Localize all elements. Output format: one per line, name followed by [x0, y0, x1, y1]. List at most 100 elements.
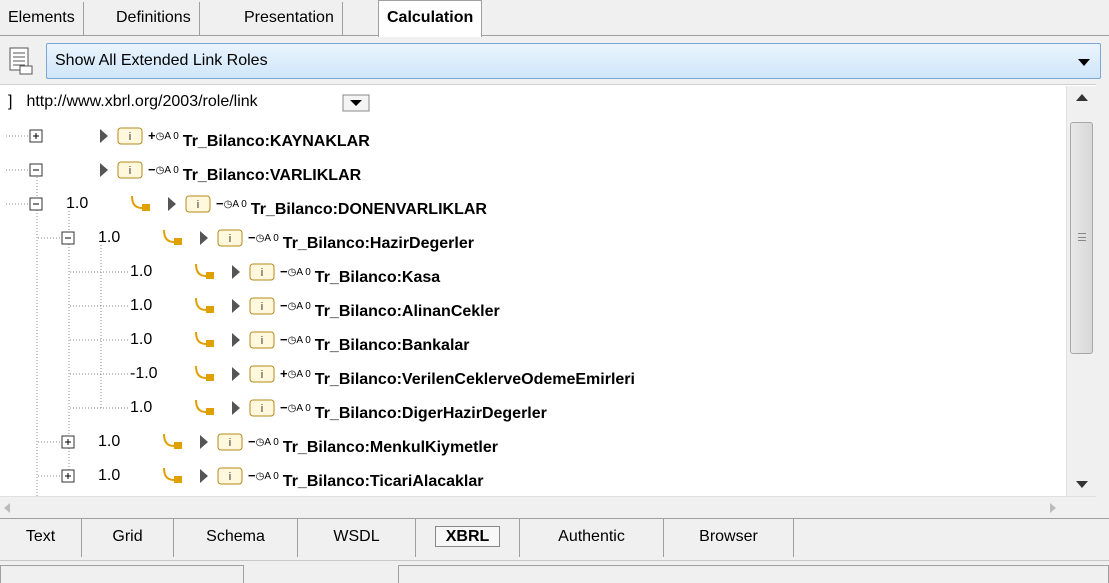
arc-icon	[163, 229, 175, 243]
node-flags: A 0	[264, 437, 279, 448]
extended-link-role-select[interactable]: Show All Extended Link Roles	[46, 43, 1101, 79]
balance-sign: +	[148, 128, 156, 143]
tab-authentic[interactable]: Authentic	[520, 519, 664, 557]
tab-schema-label: Schema	[206, 528, 265, 545]
arc-icon-head	[174, 442, 182, 449]
node-arrow-icon	[232, 367, 240, 381]
tab-wsdl[interactable]: WSDL	[298, 519, 416, 557]
concept-name: Tr_Bilanco:VerilenCeklerveOdemeEmirleri	[314, 371, 635, 388]
item-icon-letter: i	[261, 267, 263, 279]
tab-browser[interactable]: Browser	[664, 519, 794, 557]
concept-name: Tr_Bilanco:KAYNAKLAR	[182, 133, 370, 150]
chevron-down-icon[interactable]	[1078, 59, 1090, 66]
tab-calculation[interactable]: Calculation	[378, 0, 483, 37]
node-flags: A 0	[164, 165, 179, 176]
concept-name: Tr_Bilanco:Kasa	[314, 269, 441, 286]
arc-icon	[195, 399, 207, 413]
grip-icon	[1078, 233, 1086, 241]
tab-xbrl[interactable]: XBRL	[416, 519, 520, 557]
concept-name: Tr_Bilanco:VARLIKLAR	[182, 167, 362, 184]
arc-icon-head	[174, 476, 182, 483]
tab-wsdl-label: WSDL	[333, 528, 380, 545]
node-arrow-icon	[168, 197, 176, 211]
role-list-icon[interactable]	[8, 46, 34, 76]
concept-node[interactable]: −◷A 0 Tr_Bilanco:HazirDegerler	[248, 223, 474, 253]
link-role-url: http://www.xbrl.org/2003/role/link	[26, 93, 258, 110]
status-segment	[398, 565, 1109, 583]
item-icon-letter: i	[129, 165, 131, 177]
balance-sign: −	[148, 162, 156, 177]
horizontal-scrollbar[interactable]	[0, 496, 1096, 518]
node-arrow-icon	[232, 299, 240, 313]
item-icon-letter: i	[229, 437, 231, 449]
concept-node[interactable]: −◷A 0 Tr_Bilanco:Kasa	[280, 257, 440, 287]
arc-icon	[163, 433, 175, 447]
node-arrow-icon	[232, 401, 240, 415]
tab-grid-label: Grid	[112, 528, 143, 545]
concept-node[interactable]: −◷A 0 Tr_Bilanco:DigerHazirDegerler	[280, 393, 547, 423]
node-arrow-icon	[200, 231, 208, 245]
tab-definitions[interactable]: Definitions	[108, 2, 200, 36]
concept-node[interactable]: −◷A 0 Tr_Bilanco:TicariAlacaklar	[248, 461, 484, 491]
arc-icon-head	[206, 374, 214, 381]
arc-icon	[195, 297, 207, 311]
arc-weight: 1.0	[98, 467, 121, 484]
item-icon-letter: i	[229, 471, 231, 483]
concept-node[interactable]: +◷A 0 Tr_Bilanco:VerilenCeklerveOdemeEmir…	[280, 359, 635, 389]
arc-icon-head	[206, 306, 214, 313]
node-flags: A 0	[296, 267, 311, 278]
scroll-up-icon[interactable]	[1076, 94, 1088, 101]
node-arrow-icon	[100, 129, 108, 143]
item-icon-letter: i	[229, 233, 231, 245]
arc-weight: 1.0	[98, 433, 121, 450]
balance-sign: −	[280, 264, 288, 279]
tab-schema[interactable]: Schema	[174, 519, 298, 557]
item-icon-letter: i	[261, 403, 263, 415]
item-icon-letter: i	[197, 199, 199, 211]
tab-presentation[interactable]: Presentation	[236, 2, 343, 36]
concept-node[interactable]: +◷A 0 Tr_Bilanco:KAYNAKLAR	[148, 121, 370, 151]
node-flags: A 0	[296, 369, 311, 380]
concept-node[interactable]: −◷A 0 Tr_Bilanco:Bankalar	[280, 325, 470, 355]
concept-node[interactable]: −◷A 0 Tr_Bilanco:AlinanCekler	[280, 291, 500, 321]
balance-sign: −	[248, 468, 256, 483]
arc-weight: 1.0	[130, 297, 153, 314]
tab-text[interactable]: Text	[0, 519, 82, 557]
tab-grid[interactable]: Grid	[82, 519, 174, 557]
concept-node[interactable]: −◷A 0 Tr_Bilanco:VARLIKLAR	[148, 155, 361, 185]
vertical-scroll-thumb[interactable]	[1070, 122, 1093, 354]
node-flags: A 0	[264, 471, 279, 482]
item-icon-letter: i	[261, 335, 263, 347]
concept-name: Tr_Bilanco:DONENVARLIKLAR	[250, 201, 487, 218]
arc-weight: 1.0	[130, 399, 153, 416]
item-icon-letter: i	[129, 131, 131, 143]
balance-sign: −	[280, 400, 288, 415]
status-segment	[0, 565, 244, 583]
node-flags: A 0	[296, 335, 311, 346]
node-flags: A 0	[232, 199, 247, 210]
concept-name: Tr_Bilanco:MenkulKiymetler	[282, 439, 498, 456]
extended-link-role-value: Show All Extended Link Roles	[55, 52, 268, 69]
node-flags: A 0	[164, 131, 179, 142]
scroll-down-icon[interactable]	[1076, 481, 1088, 488]
arc-weight: 1.0	[130, 263, 153, 280]
arc-weight: -1.0	[130, 365, 158, 382]
node-arrow-icon	[100, 163, 108, 177]
scroll-left-icon[interactable]	[4, 503, 10, 513]
tab-authentic-label: Authentic	[558, 528, 625, 545]
link-role-node[interactable]: ] http://www.xbrl.org/2003/role/link	[8, 87, 258, 117]
tab-text-label: Text	[25, 528, 56, 545]
item-icon-letter: i	[261, 369, 263, 381]
scroll-right-icon[interactable]	[1050, 503, 1056, 513]
concept-name: Tr_Bilanco:HazirDegerler	[282, 235, 474, 252]
arc-icon-head	[206, 340, 214, 347]
concept-node[interactable]: −◷A 0 Tr_Bilanco:MenkulKiymetler	[248, 427, 498, 457]
node-flags: A 0	[264, 233, 279, 244]
arc-weight: 1.0	[66, 195, 89, 212]
tab-elements[interactable]: Elements	[0, 2, 84, 36]
calculation-tree: i i i i i i i i i i i ] http://www.xbrl.org/2003/ro…	[0, 84, 1096, 496]
arc-icon-head	[206, 408, 214, 415]
vertical-scrollbar[interactable]	[1066, 86, 1096, 496]
concept-node[interactable]: −◷A 0 Tr_Bilanco:DONENVARLIKLAR	[216, 189, 487, 219]
node-flags: A 0	[296, 301, 311, 312]
